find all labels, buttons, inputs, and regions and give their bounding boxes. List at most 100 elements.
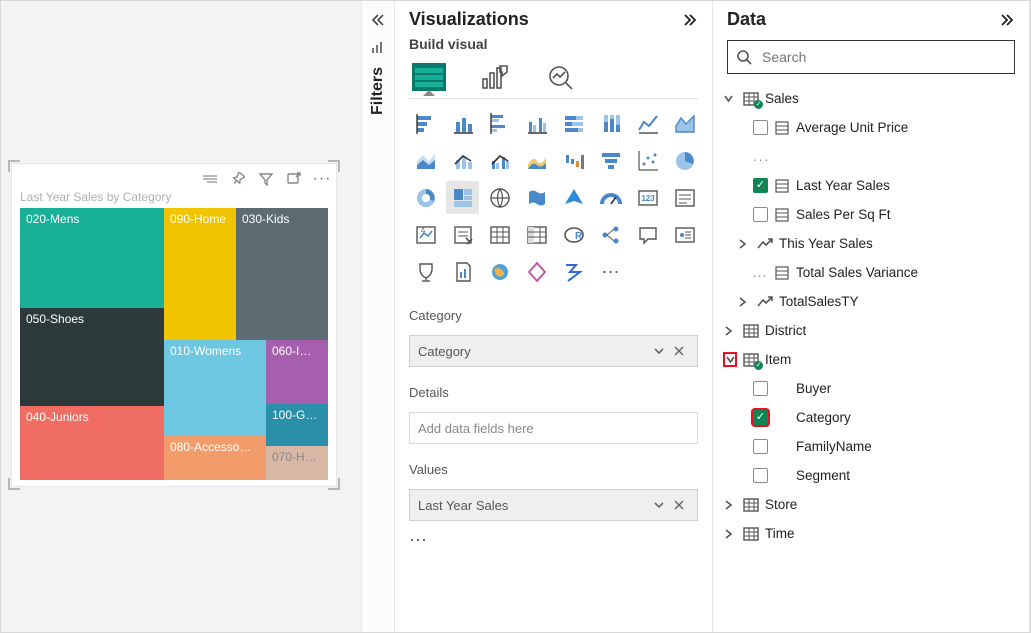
viz-donut-icon[interactable]	[409, 181, 442, 214]
table-sales[interactable]: ✓ Sales	[723, 84, 1021, 113]
chevron-right-icon[interactable]	[723, 529, 737, 539]
viz-line-icon[interactable]	[631, 107, 664, 140]
chevron-down-icon[interactable]	[649, 499, 669, 511]
viz-card-icon[interactable]: 123	[631, 181, 664, 214]
more-options-icon[interactable]: ···	[314, 171, 330, 187]
chevron-right-icon[interactable]	[723, 500, 737, 510]
field-well-values[interactable]: Last Year Sales	[409, 489, 698, 521]
viz-paginated-report-icon[interactable]	[446, 255, 479, 288]
viz-multi-row-card-icon[interactable]	[668, 181, 701, 214]
checkbox[interactable]	[753, 381, 768, 396]
collapse-visualizations-icon[interactable]	[682, 13, 698, 27]
viz-q-and-a-icon[interactable]	[631, 218, 664, 251]
field-average-unit-price[interactable]: Average Unit Price	[723, 113, 1021, 142]
filters-rail[interactable]: Filters	[361, 1, 395, 632]
viz-gauge-icon[interactable]	[594, 181, 627, 214]
table-time[interactable]: Time	[723, 519, 1021, 548]
table-district[interactable]: District	[723, 316, 1021, 345]
viz-scatter-icon[interactable]	[631, 144, 664, 177]
viz-100-stacked-column-icon[interactable]	[594, 107, 627, 140]
field-well-details[interactable]: Add data fields here	[409, 412, 698, 444]
field-more[interactable]: ...	[723, 142, 1021, 171]
field-total-sales-ty[interactable]: TotalSalesTY	[723, 287, 1021, 316]
checkbox[interactable]	[753, 439, 768, 454]
viz-power-automate-icon[interactable]	[557, 255, 590, 288]
viz-funnel-icon[interactable]	[594, 144, 627, 177]
chevron-down-icon[interactable]	[723, 93, 737, 104]
viz-stacked-column-icon[interactable]	[446, 107, 479, 140]
filter-icon[interactable]	[258, 171, 274, 187]
checkbox[interactable]	[753, 207, 768, 222]
viz-waterfall-icon[interactable]	[557, 144, 590, 177]
viz-key-influencers-icon[interactable]	[668, 218, 701, 251]
viz-ribbon-icon[interactable]	[520, 144, 553, 177]
field-last-year-sales[interactable]: Last Year Sales	[723, 171, 1021, 200]
treemap-cell[interactable]: 030-Kids	[236, 208, 328, 340]
treemap-cell[interactable]: 100-G…	[266, 404, 328, 446]
treemap-cell[interactable]: 090-Home	[164, 208, 236, 340]
chevron-right-icon[interactable]	[737, 239, 751, 249]
viz-decomposition-tree-icon[interactable]	[594, 218, 627, 251]
viz-get-more-icon[interactable]: ···	[594, 255, 627, 288]
viz-stacked-bar-icon[interactable]	[409, 107, 442, 140]
viz-r-visual-icon[interactable]: R	[557, 218, 590, 251]
remove-field-icon[interactable]	[669, 345, 689, 357]
chevron-down-icon[interactable]	[723, 352, 737, 367]
more-options-icon[interactable]: ···	[395, 521, 712, 558]
viz-map-icon[interactable]	[483, 181, 516, 214]
viz-goals-icon[interactable]	[409, 255, 442, 288]
chevron-down-icon[interactable]	[649, 345, 669, 357]
collapse-data-icon[interactable]	[999, 13, 1015, 27]
treemap-cell[interactable]: 060-I…	[266, 340, 328, 404]
tab-build-visual[interactable]	[409, 58, 449, 96]
checkbox[interactable]	[753, 468, 768, 483]
drag-handle-icon[interactable]	[202, 171, 218, 187]
expand-filters-icon[interactable]	[362, 9, 394, 31]
viz-line-stacked-column-icon[interactable]	[446, 144, 479, 177]
viz-treemap-icon[interactable]	[446, 181, 479, 214]
field-sales-per-sqft[interactable]: Sales Per Sq Ft	[723, 200, 1021, 229]
viz-line-clustered-column-icon[interactable]	[483, 144, 516, 177]
viz-power-apps-icon[interactable]	[520, 255, 553, 288]
search-input[interactable]	[760, 48, 1006, 66]
field-buyer[interactable]: Buyer	[723, 374, 1021, 403]
field-total-sales-variance[interactable]: ... Total Sales Variance	[723, 258, 1021, 287]
field-category[interactable]: Category	[723, 403, 1021, 432]
focus-mode-icon[interactable]	[286, 171, 302, 187]
tab-analytics[interactable]	[541, 58, 581, 96]
field-segment[interactable]: Segment	[723, 461, 1021, 490]
treemap-cell[interactable]: 040-Juniors	[20, 406, 164, 480]
table-item[interactable]: ✓ Item	[723, 345, 1021, 374]
viz-matrix-icon[interactable]	[520, 218, 553, 251]
viz-filled-map-icon[interactable]	[520, 181, 553, 214]
viz-area-icon[interactable]	[668, 107, 701, 140]
viz-slicer-icon[interactable]	[446, 218, 479, 251]
treemap-cell[interactable]: 070-H…	[266, 446, 328, 480]
viz-clustered-column-icon[interactable]	[520, 107, 553, 140]
search-box[interactable]	[727, 40, 1015, 74]
viz-stacked-area-icon[interactable]	[409, 144, 442, 177]
treemap-cell[interactable]: 010-Womens	[164, 340, 266, 436]
treemap-chart[interactable]: 020-Mens 050-Shoes 040-Juniors 090-Home …	[20, 208, 328, 480]
table-store[interactable]: Store	[723, 490, 1021, 519]
treemap-visual[interactable]: ··· Last Year Sales by Category 020-Mens…	[11, 163, 337, 487]
checkbox[interactable]	[753, 410, 768, 425]
viz-azure-map-icon[interactable]	[557, 181, 590, 214]
checkbox[interactable]	[753, 178, 768, 193]
viz-clustered-bar-icon[interactable]	[483, 107, 516, 140]
treemap-cell[interactable]: 050-Shoes	[20, 308, 164, 406]
field-well-category[interactable]: Category	[409, 335, 698, 367]
remove-field-icon[interactable]	[669, 499, 689, 511]
viz-arcgis-icon[interactable]	[483, 255, 516, 288]
checkbox[interactable]	[753, 120, 768, 135]
chevron-right-icon[interactable]	[723, 326, 737, 336]
chevron-right-icon[interactable]	[737, 297, 751, 307]
field-this-year-sales[interactable]: This Year Sales	[723, 229, 1021, 258]
viz-100-stacked-bar-icon[interactable]	[557, 107, 590, 140]
viz-pie-icon[interactable]	[668, 144, 701, 177]
treemap-cell[interactable]: 080-Accesso…	[164, 436, 266, 480]
treemap-cell[interactable]: 020-Mens	[20, 208, 164, 308]
viz-table-icon[interactable]	[483, 218, 516, 251]
field-familyname[interactable]: FamilyName	[723, 432, 1021, 461]
report-canvas[interactable]: ··· Last Year Sales by Category 020-Mens…	[1, 1, 361, 632]
